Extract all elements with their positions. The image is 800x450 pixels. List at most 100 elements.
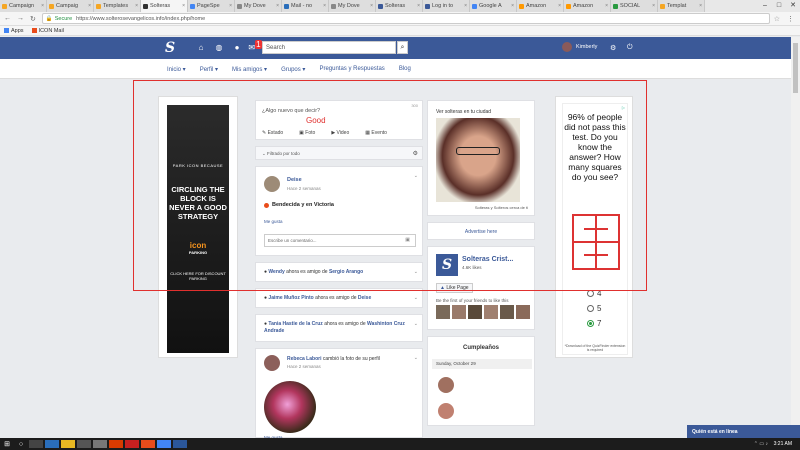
search-input[interactable]: Search xyxy=(262,41,396,54)
word-icon[interactable] xyxy=(173,440,187,448)
user-menu[interactable]: Kimberly xyxy=(562,42,597,52)
task-view-icon[interactable] xyxy=(29,440,43,448)
browser-tab[interactable]: PageSpe × xyxy=(188,0,235,12)
browser-tab[interactable]: Campaign × xyxy=(0,0,47,12)
back-icon[interactable]: ← xyxy=(4,15,11,22)
tab-close-icon[interactable]: × xyxy=(417,3,420,9)
browser-tab[interactable]: Templat × xyxy=(658,0,705,12)
tab-close-icon[interactable]: × xyxy=(276,3,279,9)
subnav-item[interactable]: Perfil ▾ xyxy=(193,66,225,73)
profile-photo[interactable] xyxy=(264,381,316,433)
event-button[interactable]: ▦ Evento xyxy=(365,130,395,136)
tab-close-icon[interactable]: × xyxy=(41,3,44,9)
tab-close-icon[interactable]: × xyxy=(323,3,326,9)
advertise-link[interactable]: Advertise here xyxy=(427,222,535,240)
quiz-option[interactable]: 4 xyxy=(587,286,601,301)
browser-tab[interactable]: Campaig × xyxy=(47,0,94,12)
chevron-down-icon[interactable]: ⌄ xyxy=(414,321,418,328)
tab-close-icon[interactable]: × xyxy=(511,3,514,9)
camera-icon[interactable]: ▣ xyxy=(405,237,410,243)
tab-close-icon[interactable]: × xyxy=(229,3,232,9)
close-icon[interactable]: ✕ xyxy=(786,0,800,12)
activity-user[interactable]: Wendy xyxy=(268,269,284,275)
browser-tab[interactable]: My Dove × xyxy=(329,0,376,12)
browser-tab[interactable]: Templates × xyxy=(94,0,141,12)
left-ad-banner[interactable]: PARK ICON BECAUSE CIRCLING THE BLOCK IS … xyxy=(158,96,238,358)
feed-filter[interactable]: ⌄ Filtrado por todo ⚙ xyxy=(255,146,423,160)
browser-tab[interactable]: Google A × xyxy=(470,0,517,12)
singles-widget[interactable]: Ver solteras en tu ciudad Solteras y Sol… xyxy=(427,100,535,216)
page-name[interactable]: Solteras Crist... xyxy=(462,256,513,263)
bookmark-icon-mail[interactable]: ICON Mail xyxy=(31,28,64,34)
composer-input[interactable]: ¿Algo nuevo que decir? xyxy=(262,108,320,114)
edge-icon[interactable] xyxy=(45,440,59,448)
post-author[interactable]: Rebeca Labori xyxy=(287,356,321,362)
tab-close-icon[interactable]: × xyxy=(88,3,91,9)
page-logo[interactable]: S xyxy=(436,254,458,276)
chat-bar[interactable]: Quién está en línea xyxy=(687,425,800,439)
avatar[interactable] xyxy=(438,377,454,393)
subnav-item[interactable]: Blog xyxy=(392,66,418,72)
video-button[interactable]: ▶ Video xyxy=(331,130,357,136)
minimize-icon[interactable]: – xyxy=(758,0,772,12)
bookmark-star-icon[interactable]: ☆ xyxy=(774,15,780,23)
browser-tab[interactable]: Solteras × xyxy=(141,0,188,12)
post-composer[interactable]: 300 ¿Algo nuevo que decir? Good ✎ Estado… xyxy=(255,100,423,140)
tab-close-icon[interactable]: × xyxy=(182,3,185,9)
avatar[interactable] xyxy=(264,176,280,192)
parking-ad[interactable]: PARK ICON BECAUSE CIRCLING THE BLOCK IS … xyxy=(167,105,229,353)
activity-user[interactable]: Tania Hastie de la Cruz xyxy=(268,321,322,327)
app-icon[interactable] xyxy=(125,440,139,448)
like-link[interactable]: Me gusta xyxy=(264,219,283,224)
clock[interactable]: 3:21 AM xyxy=(774,441,792,447)
search-icon[interactable]: ⌕ xyxy=(397,41,408,54)
scrollbar-thumb[interactable] xyxy=(793,43,798,93)
subnav-item[interactable]: Grupos ▾ xyxy=(274,66,312,73)
maximize-icon[interactable]: □ xyxy=(772,0,786,12)
browser-tab[interactable]: Log in to × xyxy=(423,0,470,12)
globe-icon[interactable]: ◍ xyxy=(210,43,228,52)
activity-friend[interactable]: Deise xyxy=(358,295,371,301)
tab-close-icon[interactable]: × xyxy=(370,3,373,9)
reload-icon[interactable]: ↻ xyxy=(30,15,36,23)
tab-close-icon[interactable]: × xyxy=(605,3,608,9)
forward-icon[interactable]: → xyxy=(17,15,24,22)
post-author[interactable]: Deise xyxy=(287,177,302,183)
activity-friend[interactable]: Sergio Arango xyxy=(329,269,363,275)
store-icon[interactable] xyxy=(77,440,91,448)
tab-close-icon[interactable]: × xyxy=(135,3,138,9)
avatar[interactable] xyxy=(264,355,280,371)
singles-photo[interactable] xyxy=(436,118,520,202)
chrome-icon[interactable] xyxy=(157,440,171,448)
system-tray[interactable]: ⌃ ▭ ♪ xyxy=(754,441,768,447)
windows-start-icon[interactable]: ⊞ xyxy=(0,440,14,448)
subnav-item[interactable]: Preguntas y Respuestas xyxy=(312,66,391,72)
browser-tab[interactable]: Mail - no × xyxy=(282,0,329,12)
tab-close-icon[interactable]: × xyxy=(464,3,467,9)
browser-tab[interactable]: My Dove × xyxy=(235,0,282,12)
chevron-down-icon[interactable]: ⌄ xyxy=(414,173,418,179)
quiz-option[interactable]: 7 xyxy=(587,316,601,331)
power-icon[interactable]: ⏻ xyxy=(627,44,633,52)
subnav-item[interactable]: Mis amigos ▾ xyxy=(225,66,274,73)
office-icon[interactable] xyxy=(109,440,123,448)
explorer-icon[interactable] xyxy=(61,440,75,448)
home-icon[interactable]: ⌂ xyxy=(192,43,210,52)
chevron-down-icon[interactable]: ⌄ xyxy=(414,295,418,301)
subnav-item[interactable]: Inicio ▾ xyxy=(160,66,193,73)
user-icon[interactable]: ● xyxy=(228,43,246,52)
browser-tab[interactable]: Amazon × xyxy=(517,0,564,12)
photo-button[interactable]: ▣ Foto xyxy=(299,130,323,136)
comment-input[interactable]: Escribe un comentario... xyxy=(264,234,416,247)
settings-icon[interactable]: ⚙ xyxy=(610,44,616,52)
activity-user[interactable]: Jaime Muñoz Pinto xyxy=(268,295,313,301)
quiz-ad[interactable]: ▷ 96% of people did not pass this test. … xyxy=(562,103,628,355)
browser-tab[interactable]: Solteras × xyxy=(376,0,423,12)
calculator-icon[interactable] xyxy=(93,440,107,448)
tab-close-icon[interactable]: × xyxy=(699,3,702,9)
search-icon[interactable]: ○ xyxy=(14,441,28,448)
status-button[interactable]: ✎ Estado xyxy=(262,130,291,136)
like-page-button[interactable]: ▲ Like Page xyxy=(436,283,473,293)
ad-info-icon[interactable]: ▷ xyxy=(622,105,625,110)
browser-menu-icon[interactable]: ⋮ xyxy=(787,15,794,23)
